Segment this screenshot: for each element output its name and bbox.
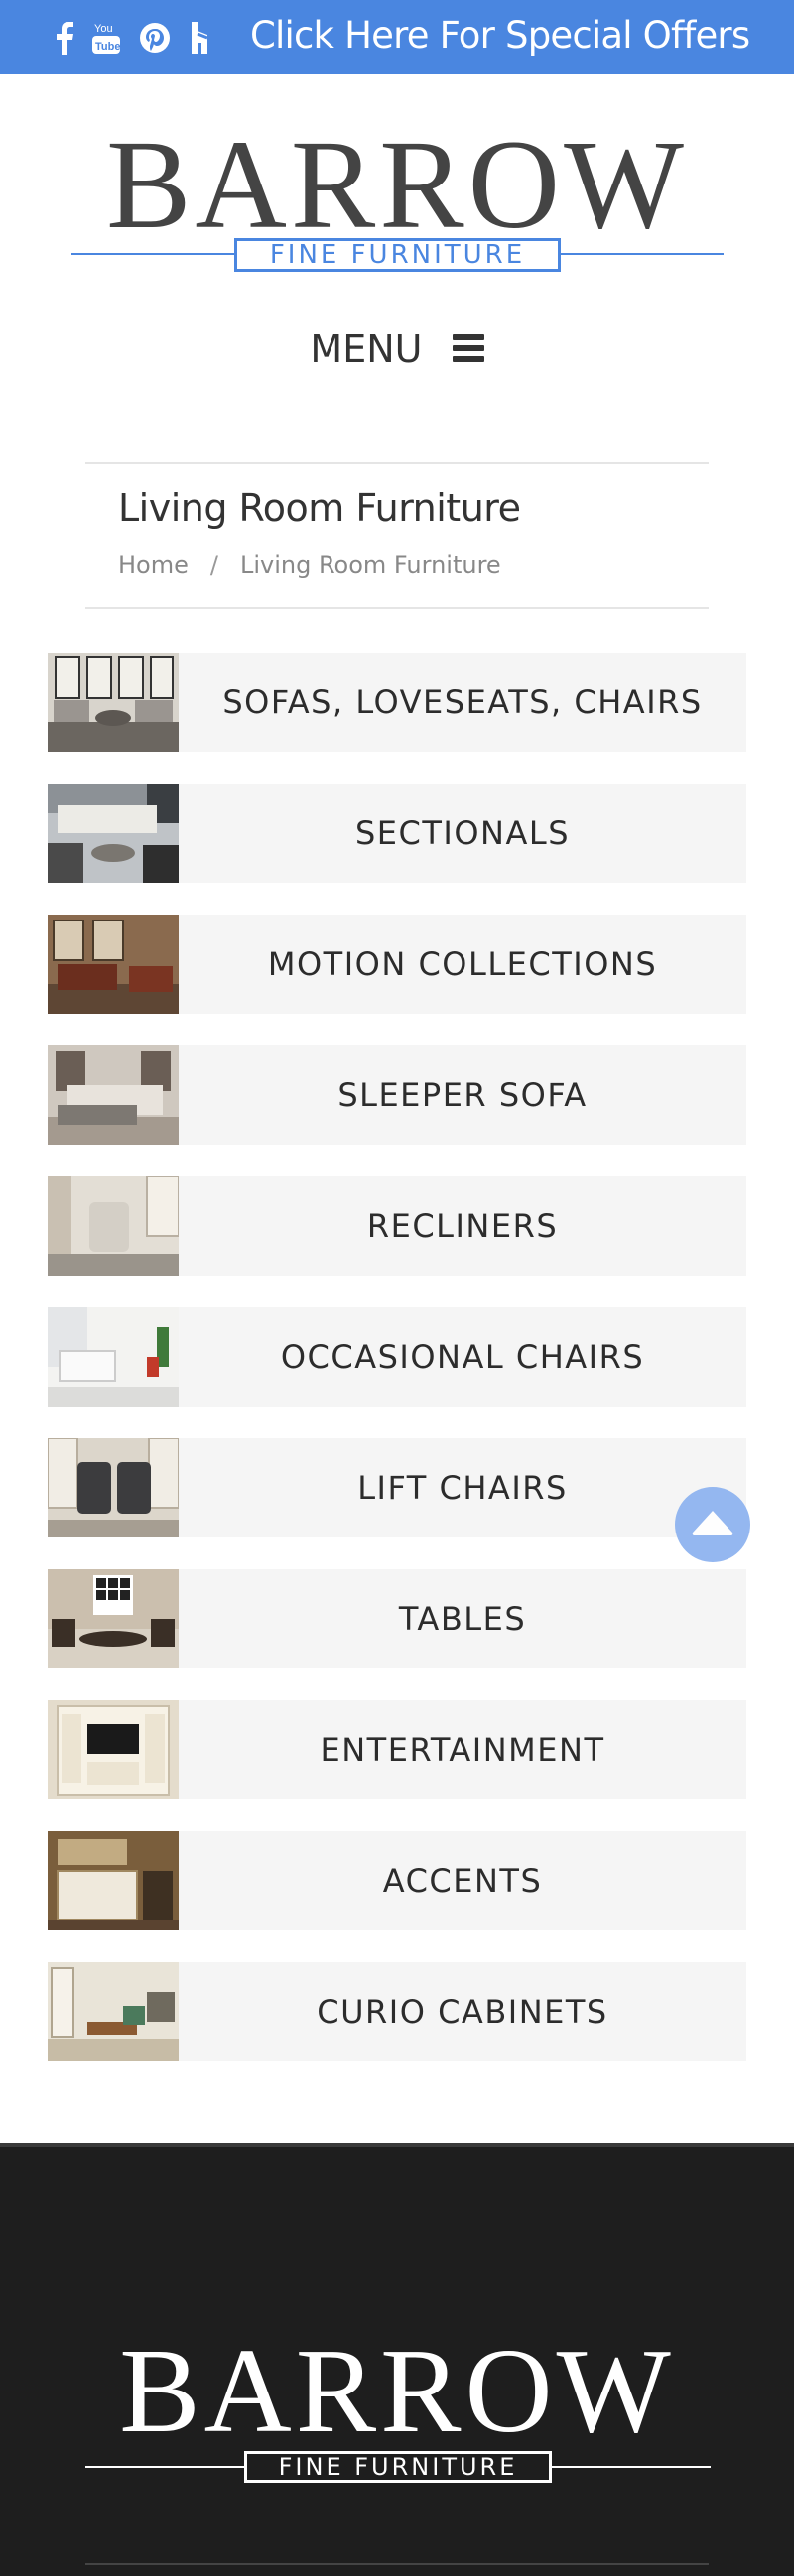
category-thumbnail: [48, 1962, 179, 2061]
category-thumbnail: [48, 1831, 179, 1930]
category-label: MOTION COLLECTIONS: [267, 945, 658, 983]
pinterest-icon[interactable]: [139, 20, 171, 56]
svg-text:Tube: Tube: [95, 41, 120, 53]
category-tables[interactable]: TABLES: [48, 1569, 746, 1668]
houzz-icon[interactable]: [189, 20, 210, 56]
category-recliners[interactable]: RECLINERS: [48, 1176, 746, 1276]
menu-toggle[interactable]: MENU: [0, 327, 794, 371]
category-entertainment[interactable]: ENTERTAINMENT: [48, 1700, 746, 1799]
category-thumbnail: [48, 1045, 179, 1145]
scroll-to-top-button[interactable]: [675, 1487, 750, 1562]
footer-logo-rule-right: [552, 2466, 711, 2468]
footer-divider: [85, 2563, 709, 2565]
category-accents[interactable]: ACCENTS: [48, 1831, 746, 1930]
category-motion-collections[interactable]: MOTION COLLECTIONS: [48, 915, 746, 1014]
page-title: Living Room Furniture: [118, 486, 521, 530]
footer-logo-brand[interactable]: BARROW: [0, 2331, 794, 2452]
breadcrumb-home[interactable]: Home: [118, 552, 189, 579]
category-thumbnail: [48, 653, 179, 752]
footer-logo-tagline: FINE FURNITURE: [244, 2451, 552, 2483]
breadcrumb: Home / Living Room Furniture: [118, 552, 501, 579]
youtube-icon[interactable]: You Tube: [91, 20, 121, 56]
page-header: Living Room Furniture Home / Living Room F…: [85, 462, 709, 609]
site-logo[interactable]: BARROW FINE FURNITURE: [0, 121, 794, 280]
category-label: LIFT CHAIRS: [357, 1469, 568, 1507]
category-thumbnail: [48, 1438, 179, 1537]
footer-logo-rule-left: [85, 2466, 244, 2468]
category-curio-cabinets[interactable]: CURIO CABINETS: [48, 1962, 746, 2061]
arrow-up-icon: [692, 1511, 733, 1535]
category-lift-chairs[interactable]: LIFT CHAIRS: [48, 1438, 746, 1537]
category-thumbnail: [48, 1569, 179, 1668]
category-label: RECLINERS: [366, 1207, 559, 1245]
logo-tagline: FINE FURNITURE: [234, 238, 561, 272]
category-thumbnail: [48, 784, 179, 883]
category-thumbnail: [48, 1176, 179, 1276]
logo-brand: BARROW: [106, 114, 688, 255]
breadcrumb-current: Living Room Furniture: [239, 552, 501, 579]
hamburger-icon: [452, 333, 484, 362]
category-sectionals[interactable]: SECTIONALS: [48, 784, 746, 883]
category-label: SOFAS, LOVESEATS, CHAIRS: [222, 683, 703, 721]
menu-label: MENU: [310, 327, 423, 371]
breadcrumb-separator: /: [209, 552, 218, 579]
top-bar: You Tube Click Here For Special Offers: [0, 0, 794, 74]
category-label: CURIO CABINETS: [317, 1993, 608, 2030]
category-thumbnail: [48, 1307, 179, 1407]
category-label: OCCASIONAL CHAIRS: [280, 1338, 645, 1376]
category-label: SLEEPER SOFA: [337, 1076, 588, 1114]
category-thumbnail: [48, 915, 179, 1014]
category-label: SECTIONALS: [354, 814, 570, 852]
facebook-icon[interactable]: [56, 20, 73, 56]
category-occasional-chairs[interactable]: OCCASIONAL CHAIRS: [48, 1307, 746, 1407]
category-sleeper-sofa[interactable]: SLEEPER SOFA: [48, 1045, 746, 1145]
category-label: TABLES: [398, 1600, 527, 1638]
category-sofas[interactable]: SOFAS, LOVESEATS, CHAIRS: [48, 653, 746, 752]
special-offers-link[interactable]: Click Here For Special Offers: [250, 14, 750, 57]
category-thumbnail: [48, 1700, 179, 1799]
footer: BARROW FINE FURNITURE: [0, 2143, 794, 2576]
svg-text:You: You: [94, 23, 113, 35]
logo-rule-left: [71, 253, 234, 255]
social-links: You Tube: [56, 20, 210, 56]
logo-rule-right: [561, 253, 724, 255]
footer-top-border: [0, 2143, 794, 2147]
category-label: ENTERTAINMENT: [320, 1731, 605, 1769]
category-label: ACCENTS: [382, 1862, 543, 1900]
